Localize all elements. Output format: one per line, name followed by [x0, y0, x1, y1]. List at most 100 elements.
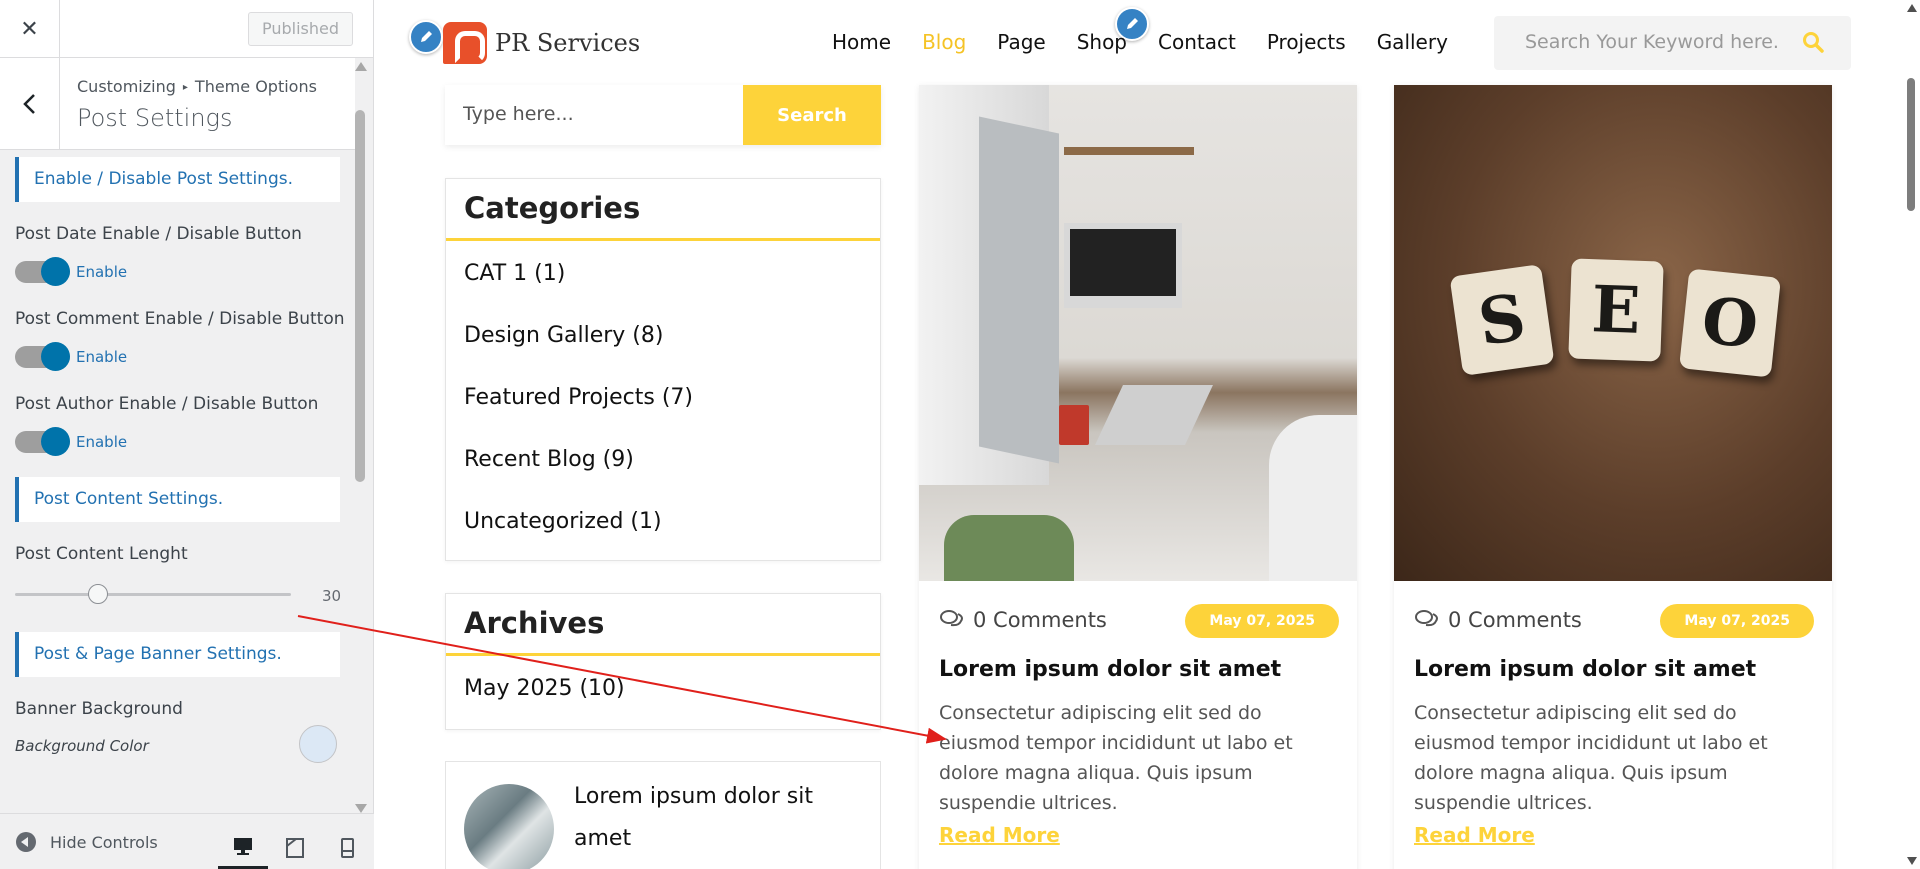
category-link[interactable]: Featured Projects (7) — [464, 373, 880, 435]
panel-header: Customizing ▸ Theme Options Post Settings — [0, 58, 355, 150]
hide-controls-button[interactable]: Hide Controls — [16, 832, 158, 852]
slider-track[interactable] — [15, 593, 291, 596]
comments-icon — [1415, 610, 1438, 627]
desk-workspace-image[interactable] — [919, 85, 1357, 581]
category-link[interactable]: Recent Blog (9) — [464, 435, 880, 497]
read-more-link[interactable]: Read More — [939, 823, 1060, 847]
comments-text: 0 Comments — [1448, 608, 1582, 632]
seo-tile: O — [1679, 268, 1781, 378]
toggle-knob — [41, 342, 70, 371]
site-preview: PR Services Home Blog Page Shop Contact … — [374, 0, 1920, 869]
edit-shortcut-icon[interactable] — [409, 20, 443, 54]
nav-item-contact[interactable]: Contact — [1158, 30, 1236, 54]
nav-item-blog[interactable]: Blog — [922, 30, 966, 54]
comments-count[interactable]: 0 Comments — [1414, 608, 1582, 632]
nav-item-page[interactable]: Page — [997, 30, 1045, 54]
pencil-icon — [421, 31, 432, 42]
seo-tiles-image[interactable]: S E O — [1394, 85, 1832, 581]
customizer-footer: Hide Controls — [0, 813, 374, 869]
panel-title: Post Settings — [77, 104, 233, 132]
scroll-up-icon[interactable] — [355, 62, 367, 71]
recent-post-title[interactable]: Lorem ipsum dolor sit amet — [574, 776, 844, 860]
nav-item-projects[interactable]: Projects — [1267, 30, 1346, 54]
site-header: PR Services Home Blog Page Shop Contact … — [374, 0, 1903, 86]
sidebar-search-button[interactable]: Search — [743, 85, 881, 145]
background-color-row: Background Color — [15, 725, 355, 763]
sidebar-search: Search — [445, 85, 881, 145]
customizer-panel: ✕ Published Customizing ▸ Theme Options Po… — [0, 0, 374, 869]
post-date-toggle[interactable] — [15, 257, 70, 286]
post-author-toggle[interactable] — [15, 427, 70, 456]
header-search-input[interactable] — [1525, 31, 1795, 53]
category-link[interactable]: Design Gallery (8) — [464, 311, 880, 373]
archives-title: Archives — [446, 594, 880, 656]
post-meta: 0 Comments May 07, 2025 — [1414, 604, 1814, 640]
toggle-label: Enable — [76, 433, 128, 451]
logo-text: PR Services — [495, 29, 641, 57]
post-excerpt: Consectetur adipiscing elit sed do eiusm… — [939, 702, 1293, 814]
preview-scrollbar[interactable] — [1903, 0, 1920, 869]
chevron-left-icon — [22, 94, 35, 114]
publish-button[interactable]: Published — [247, 12, 353, 46]
seo-tile: S — [1449, 264, 1555, 376]
comments-text: 0 Comments — [973, 608, 1107, 632]
sidebar-search-input[interactable] — [463, 103, 703, 125]
post-card: 0 Comments May 07, 2025 Lorem ipsum dolo… — [919, 85, 1357, 869]
background-color-label: Background Color — [15, 737, 149, 755]
scrollbar-thumb[interactable] — [1907, 78, 1915, 211]
nav-item-gallery[interactable]: Gallery — [1377, 30, 1448, 54]
close-icon[interactable]: ✕ — [0, 0, 60, 58]
section-content-settings: Post Content Settings. — [15, 477, 340, 522]
post-date-badge: May 07, 2025 — [1660, 604, 1814, 638]
main-nav: Home Blog Page Shop Contact Projects Gal… — [832, 30, 1479, 54]
section-enable-disable: Enable / Disable Post Settings. — [15, 157, 340, 202]
toggle-knob — [41, 257, 70, 286]
slider-value: 30 — [322, 587, 342, 605]
back-button[interactable] — [0, 58, 60, 150]
comments-icon — [940, 610, 963, 627]
recent-post-thumbnail[interactable] — [464, 784, 554, 869]
header-search — [1494, 16, 1851, 70]
archive-link[interactable]: May 2025 (10) — [464, 664, 880, 726]
site-logo[interactable]: PR Services — [443, 22, 640, 64]
post-date-badge: May 07, 2025 — [1185, 604, 1339, 638]
tablet-preview-button[interactable] — [270, 826, 320, 869]
mobile-preview-button[interactable] — [322, 826, 372, 869]
tablet-icon — [286, 838, 304, 858]
breadcrumb-separator: ▸ — [182, 82, 188, 93]
post-comment-toggle-row: Enable — [15, 342, 355, 372]
scroll-down-icon[interactable] — [1907, 857, 1917, 865]
panel-scrollbar[interactable] — [353, 58, 367, 813]
desktop-preview-button[interactable] — [218, 826, 268, 869]
post-title[interactable]: Lorem ipsum dolor sit amet — [939, 657, 1281, 682]
post-comment-toggle[interactable] — [15, 342, 70, 371]
breadcrumb: Customizing ▸ Theme Options — [77, 77, 317, 96]
read-more-link[interactable]: Read More — [1414, 823, 1535, 847]
post-title[interactable]: Lorem ipsum dolor sit amet — [1414, 657, 1756, 682]
collapse-icon — [16, 832, 36, 852]
color-swatch[interactable] — [299, 725, 337, 763]
post-card: S E O 0 Comments May 07, 2025 Lorem ipsu… — [1394, 85, 1832, 869]
category-link[interactable]: Uncategorized (1) — [464, 497, 880, 559]
post-author-label: Post Author Enable / Disable Button — [15, 394, 319, 414]
categories-widget: Categories CAT 1 (1) Design Gallery (8) … — [445, 178, 881, 561]
logo-icon — [443, 22, 487, 64]
scroll-up-icon[interactable] — [1907, 4, 1917, 12]
breadcrumb-item: Theme Options — [194, 77, 317, 96]
nav-item-home[interactable]: Home — [832, 30, 891, 54]
scrollbar-thumb[interactable] — [355, 110, 365, 482]
content-length-slider[interactable]: 30 — [15, 584, 355, 605]
desktop-icon — [234, 838, 252, 855]
category-link[interactable]: CAT 1 (1) — [464, 249, 880, 311]
slider-handle[interactable] — [87, 584, 108, 604]
comments-count[interactable]: 0 Comments — [939, 608, 1107, 632]
post-date-label: Post Date Enable / Disable Button — [15, 224, 302, 244]
scroll-down-icon[interactable] — [355, 804, 367, 813]
hide-controls-label: Hide Controls — [50, 832, 158, 852]
customizer-topbar: ✕ Published — [0, 0, 373, 58]
toggle-label: Enable — [76, 263, 128, 281]
post-author-toggle-row: Enable — [15, 427, 355, 457]
search-icon[interactable] — [1802, 31, 1824, 53]
nav-item-shop[interactable]: Shop — [1077, 30, 1127, 54]
post-date-toggle-row: Enable — [15, 257, 355, 287]
